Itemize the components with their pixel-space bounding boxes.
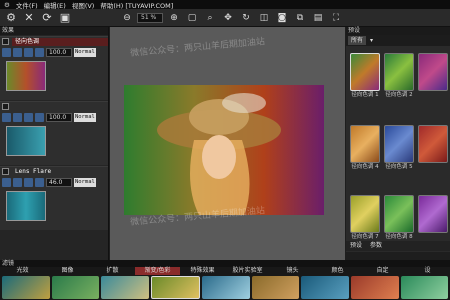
zoom-in-icon[interactable]: ⊕ bbox=[167, 11, 181, 25]
category-tab[interactable]: 设 bbox=[405, 267, 450, 275]
lightning-icon[interactable] bbox=[35, 112, 44, 122]
gear-icon[interactable]: ⚙ bbox=[4, 11, 18, 25]
mask-icon[interactable] bbox=[13, 112, 22, 122]
layer-checkbox[interactable] bbox=[2, 103, 9, 110]
mask-icon[interactable] bbox=[13, 47, 22, 57]
filter-thumb[interactable] bbox=[202, 276, 250, 299]
preset-item[interactable]: 径向色调 4 bbox=[350, 125, 380, 173]
opacity-field[interactable]: 100.0 bbox=[46, 47, 72, 57]
effects-panel: 效果 径向色调 100.0 Normal 100.0 Normal Lens F… bbox=[0, 27, 109, 260]
chevron-down-icon[interactable]: ▾ bbox=[370, 37, 373, 44]
blend-mode[interactable]: Normal bbox=[74, 177, 96, 187]
lightning-icon[interactable] bbox=[35, 47, 44, 57]
presets-panel-title: 预设 bbox=[346, 27, 450, 35]
filter-browser-title: 滤镜 bbox=[0, 260, 450, 267]
category-tab[interactable]: 渐变/色彩 bbox=[135, 267, 180, 275]
category-tab[interactable]: 扩散 bbox=[90, 267, 135, 275]
preset-filter-dropdown[interactable]: 所有 bbox=[348, 36, 367, 45]
category-tab[interactable]: 特殊效果 bbox=[180, 267, 225, 275]
preset-item[interactable] bbox=[418, 195, 448, 243]
rotate-icon[interactable]: ↻ bbox=[239, 11, 253, 25]
filter-thumb[interactable] bbox=[350, 276, 399, 299]
filter-thumb[interactable] bbox=[2, 276, 50, 299]
zoom-field[interactable]: 51 % bbox=[137, 12, 163, 23]
layer-name[interactable]: Lens Flare bbox=[12, 167, 108, 176]
preset-item[interactable]: 径向色调 2 bbox=[384, 53, 414, 101]
preset-item[interactable]: 径向色调 7 bbox=[350, 195, 380, 243]
filter-thumb[interactable] bbox=[101, 276, 149, 299]
category-tab[interactable]: 光效 bbox=[0, 267, 45, 275]
lightning-icon[interactable] bbox=[35, 177, 44, 187]
filter-thumb[interactable] bbox=[301, 276, 349, 299]
filter-browser: 滤镜 光效 图像 扩散 渐变/色彩 特殊效果 胶片实验室 镜头 颜色 自定 设 bbox=[0, 260, 450, 300]
category-tab[interactable]: 镜头 bbox=[270, 267, 315, 275]
brush-icon[interactable] bbox=[24, 112, 33, 122]
presets-panel: 预设 所有 ▾ 径向色调 1 径向色调 2 径向色调 4 径向色调 5 径向色调… bbox=[346, 27, 450, 252]
brush-icon[interactable] bbox=[24, 47, 33, 57]
preset-item[interactable] bbox=[418, 53, 448, 101]
menu-bar: ⚙ 文件(F) 编辑(E) 视图(V) 帮助(H) [TUYAVIP.COM] bbox=[0, 0, 450, 10]
toolbar: ⚙ ✕ ⟳ ▣ ⊖ 51 % ⊕ ▢ ⌕ ✥ ↻ ◫ ◙ ⧉ ▤ ⛶ bbox=[0, 9, 450, 27]
category-tab[interactable]: 图像 bbox=[45, 267, 90, 275]
eye-icon[interactable] bbox=[2, 112, 11, 122]
preset-item[interactable]: 径向色调 5 bbox=[384, 125, 414, 173]
layer-thumbnail bbox=[6, 191, 46, 221]
portrait-illustration bbox=[157, 93, 281, 215]
camera-icon[interactable]: ◙ bbox=[275, 11, 289, 25]
preset-item[interactable]: 径向色调 8 bbox=[384, 195, 414, 243]
layer-thumbnail bbox=[6, 126, 46, 156]
category-tab[interactable]: 自定 bbox=[360, 267, 405, 275]
magnifier-icon[interactable]: ⌕ bbox=[203, 11, 217, 25]
zoom-out-icon[interactable]: ⊖ bbox=[120, 11, 134, 25]
filter-thumb[interactable] bbox=[251, 276, 300, 299]
filter-thumb[interactable] bbox=[150, 276, 201, 299]
close-icon[interactable]: ✕ bbox=[22, 11, 36, 25]
tab-presets[interactable]: 预设 bbox=[350, 241, 362, 251]
fullscreen-icon[interactable]: ⛶ bbox=[329, 11, 343, 25]
frame-icon[interactable]: ▣ bbox=[58, 11, 72, 25]
tab-params[interactable]: 参数 bbox=[370, 241, 382, 251]
mask-icon[interactable] bbox=[13, 177, 22, 187]
move-icon[interactable]: ✥ bbox=[221, 11, 235, 25]
split-view-icon[interactable]: ◫ bbox=[257, 11, 271, 25]
opacity-field[interactable]: 46.0 bbox=[46, 177, 72, 187]
image-canvas[interactable]: 微信公众号：两只山羊后期加油站 bbox=[110, 27, 345, 260]
layer-checkbox[interactable] bbox=[2, 168, 9, 175]
filter-thumb[interactable] bbox=[400, 276, 449, 299]
compare-icon[interactable]: ⧉ bbox=[293, 11, 307, 25]
refresh-icon[interactable]: ⟳ bbox=[40, 11, 54, 25]
effect-layer[interactable]: Lens Flare 46.0 Normal bbox=[0, 166, 108, 230]
presets-footer: 预设 参数 bbox=[346, 241, 450, 251]
eye-icon[interactable] bbox=[2, 177, 11, 187]
brush-icon[interactable] bbox=[24, 177, 33, 187]
layer-name[interactable]: 径向色调 bbox=[12, 37, 108, 46]
eye-icon[interactable] bbox=[2, 47, 11, 57]
blend-mode[interactable]: Normal bbox=[74, 47, 96, 57]
layer-name[interactable] bbox=[12, 102, 108, 111]
blend-mode[interactable]: Normal bbox=[74, 112, 96, 122]
fit-icon[interactable]: ▢ bbox=[185, 11, 199, 25]
filter-thumbnails bbox=[0, 275, 450, 300]
mask-icon[interactable]: ▤ bbox=[311, 11, 325, 25]
effect-layer[interactable]: 100.0 Normal bbox=[0, 101, 108, 165]
effect-layer[interactable]: 径向色调 100.0 Normal bbox=[0, 36, 108, 100]
preset-item[interactable] bbox=[418, 125, 448, 173]
preset-item[interactable]: 径向色调 1 bbox=[350, 53, 380, 101]
filter-thumb[interactable] bbox=[51, 276, 100, 299]
effects-panel-title: 效果 bbox=[0, 27, 108, 35]
settings-icon[interactable]: ⚙ bbox=[4, 1, 10, 9]
layer-checkbox[interactable] bbox=[2, 38, 9, 45]
opacity-field[interactable]: 100.0 bbox=[46, 112, 72, 122]
filter-categories: 光效 图像 扩散 渐变/色彩 特殊效果 胶片实验室 镜头 颜色 自定 设 bbox=[0, 267, 450, 275]
preview-image bbox=[124, 85, 324, 215]
category-tab[interactable]: 胶片实验室 bbox=[225, 267, 270, 275]
category-tab[interactable]: 颜色 bbox=[315, 267, 360, 275]
layer-thumbnail bbox=[6, 61, 46, 91]
